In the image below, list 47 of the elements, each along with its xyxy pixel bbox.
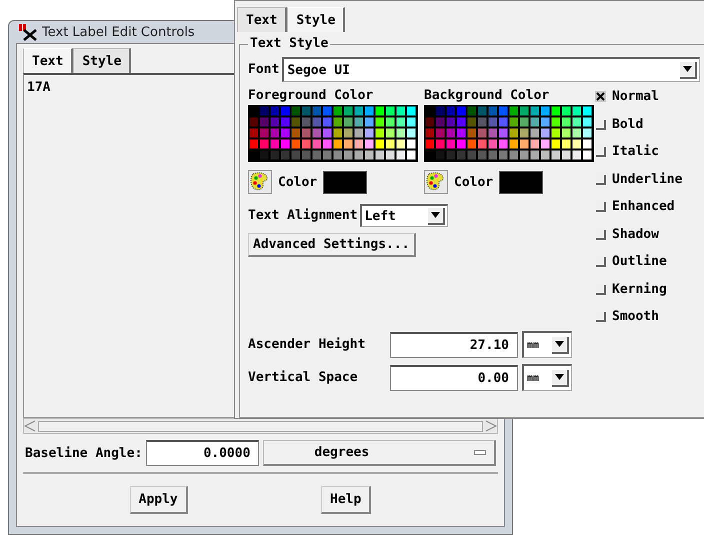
style-checkbox[interactable]: Bold (595, 116, 682, 133)
dialog-button[interactable]: Apply (130, 486, 188, 514)
style-checkbox[interactable]: Shadow (595, 226, 682, 243)
style-checkbox[interactable]: Enhanced (595, 198, 682, 216)
style-checkbox[interactable]: Outline (595, 253, 682, 270)
dropdown-arrow-icon (683, 66, 692, 72)
color-swatch[interactable] (323, 170, 368, 194)
unit-menu-button[interactable]: degrees (263, 440, 496, 466)
unit-dropdown[interactable]: mm (522, 364, 572, 391)
alignment-dropdown[interactable]: Left (360, 204, 448, 227)
dropdown-arrow-icon (430, 212, 440, 218)
angle-field[interactable]: 0.0000 (146, 440, 260, 466)
field-label: Font (248, 62, 280, 77)
tab[interactable]: Style (287, 7, 346, 32)
tab[interactable]: Text (237, 7, 288, 32)
unit-dropdown[interactable]: mm (522, 331, 572, 358)
number-field[interactable]: 27.10 (390, 332, 518, 358)
style-checkbox[interactable]: Kerning (595, 280, 682, 298)
color-swatch[interactable] (499, 170, 544, 194)
tab[interactable]: Style (73, 48, 132, 73)
text-value: 17A (27, 80, 50, 95)
app-logo-icon (18, 23, 38, 41)
dropdown-arrow-icon (555, 341, 564, 347)
style-checkbox[interactable]: Italic (595, 143, 682, 160)
style-checkbox[interactable]: Smooth (595, 308, 682, 326)
style-checkbox[interactable]: Normal (595, 88, 682, 106)
dropdown-arrow-icon (555, 374, 564, 380)
field-label: Baseline Angle: (25, 446, 142, 460)
font-dropdown[interactable]: Segoe UI (282, 57, 700, 82)
palette-title: Background Color (424, 88, 550, 103)
field-label: Vertical Space (248, 370, 359, 385)
field-label: Text Alignment (248, 208, 358, 223)
palette-title: Foreground Color (248, 88, 374, 103)
palette-icon (424, 170, 448, 194)
advanced-settings-button[interactable]: Advanced Settings... (248, 233, 416, 257)
field-label: Ascender Height (248, 337, 366, 352)
group-title: Text Style (248, 36, 330, 51)
color-label: Color (278, 174, 318, 190)
horizontal-scrollbar[interactable] (23, 418, 498, 434)
palette-icon (248, 170, 272, 194)
number-field[interactable]: 0.00 (390, 364, 518, 390)
color-label: Color (454, 174, 494, 190)
scroll-left-icon (24, 420, 36, 432)
window-title: Text Label Edit Controls (42, 24, 195, 40)
tab[interactable]: Text (23, 48, 74, 73)
style-checkbox[interactable]: Underline (595, 170, 682, 188)
dialog-button[interactable]: Help (321, 486, 372, 514)
